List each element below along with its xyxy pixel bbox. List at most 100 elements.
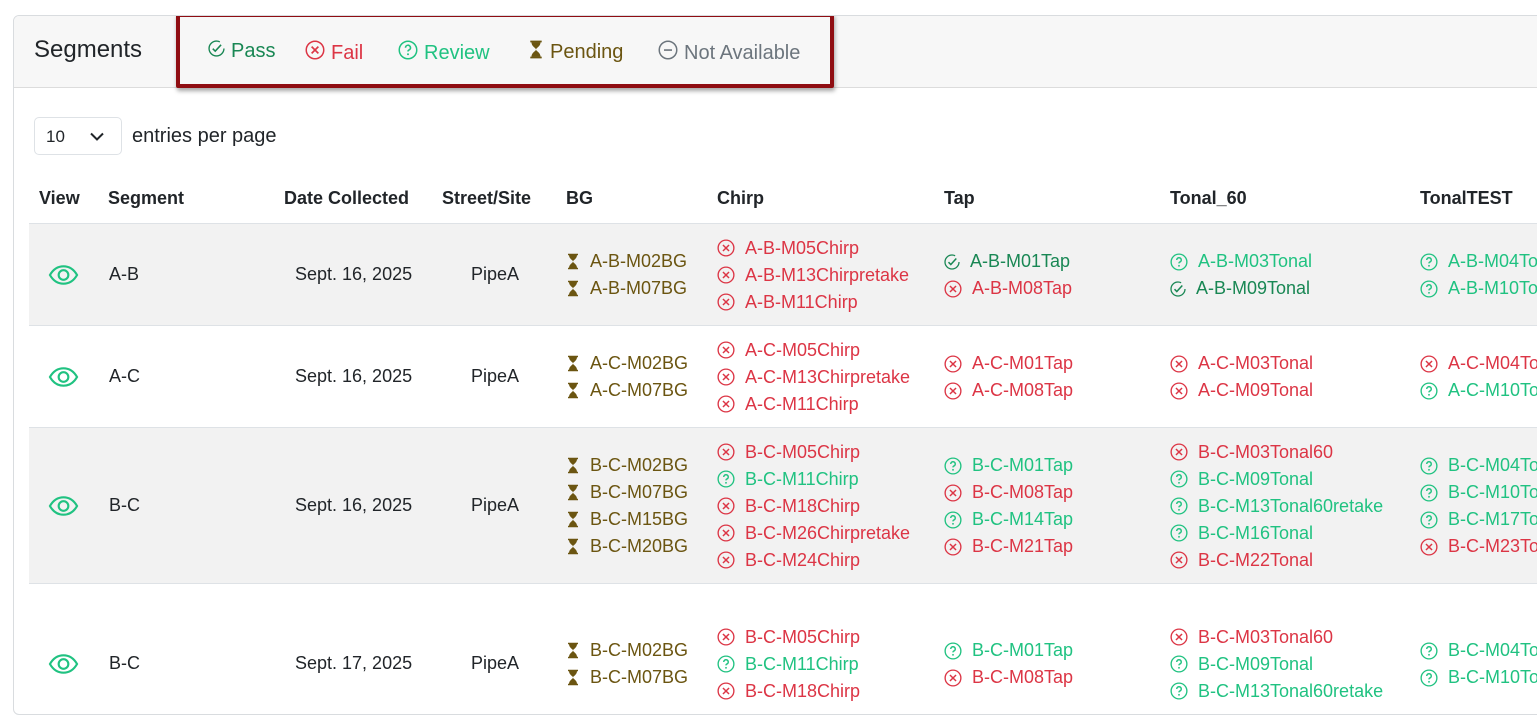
recording-link[interactable]: B-C-M10Tonal — [1420, 664, 1537, 691]
recording-link[interactable]: B-C-M02BG — [566, 452, 688, 479]
recording-label: A-B-M04Tonal — [1448, 251, 1537, 271]
recording-link[interactable]: B-C-M11Chirp — [717, 651, 860, 678]
question-circle-icon — [1420, 279, 1443, 298]
recording-label: B-C-M23Tonal — [1448, 536, 1537, 556]
recording-link[interactable]: B-C-M26Chirpretake — [717, 520, 910, 547]
recording-link[interactable]: A-C-M02BG — [566, 350, 688, 377]
legend-pending-label: Pending — [550, 41, 624, 63]
entries-per-page-select[interactable]: 10 — [34, 117, 122, 155]
recording-link[interactable]: A-C-M05Chirp — [717, 337, 910, 364]
recording-link[interactable]: B-C-M05Chirp — [717, 439, 910, 466]
recording-link[interactable]: A-C-M08Tap — [944, 377, 1073, 404]
recording-link[interactable]: B-C-M15BG — [566, 506, 688, 533]
recording-link[interactable]: B-C-M07BG — [566, 664, 688, 691]
recording-link[interactable]: A-B-M02BG — [566, 248, 687, 275]
recording-label: B-C-M18Chirp — [745, 680, 861, 701]
recording-link[interactable]: B-C-M23Tonal — [1420, 533, 1537, 560]
col-segment[interactable]: Segment — [108, 188, 184, 209]
col-tonaltest[interactable]: TonalTEST — [1420, 188, 1513, 209]
recording-link[interactable]: B-C-M24Chirp — [717, 547, 910, 574]
col-date-collected[interactable]: Date Collected — [284, 188, 409, 209]
legend-pass-label: Pass — [231, 40, 276, 62]
x-circle-icon — [944, 483, 967, 502]
chirp-cell: B-C-M05Chirp B-C-M11Chirp B-C-M18Chirp — [717, 584, 860, 714]
bg-cell: A-B-M02BG A-B-M07BG — [566, 224, 687, 326]
view-eye-icon[interactable] — [48, 366, 79, 393]
recording-link[interactable]: B-C-M08Tap — [944, 664, 1073, 691]
recording-link[interactable]: B-C-M05Chirp — [717, 624, 860, 651]
recording-link[interactable]: B-C-M02BG — [566, 637, 688, 664]
x-circle-icon — [944, 537, 967, 556]
recording-link[interactable]: A-B-M11Chirp — [717, 289, 909, 316]
recording-label: A-B-M09Tonal — [1196, 278, 1311, 298]
recording-link[interactable]: B-C-M13Tonal60retake — [1170, 678, 1383, 705]
recording-link[interactable]: B-C-M09Tonal — [1170, 651, 1383, 678]
question-circle-icon — [1420, 641, 1443, 660]
x-circle-icon — [1170, 443, 1193, 461]
recording-link[interactable]: B-C-M17Tonal — [1420, 506, 1537, 533]
recording-link[interactable]: B-C-M18Chirp — [717, 493, 910, 520]
col-view[interactable]: View — [39, 188, 80, 209]
recording-link[interactable]: A-C-M07BG — [566, 377, 688, 404]
segment-cell: A-B — [109, 264, 140, 284]
recording-link[interactable]: A-B-M04Tonal — [1420, 248, 1537, 275]
recording-link[interactable]: A-B-M09Tonal — [1170, 275, 1312, 302]
recording-link[interactable]: B-C-M04Tonal — [1420, 637, 1537, 664]
col-tap[interactable]: Tap — [944, 188, 975, 209]
recording-link[interactable]: B-C-M11Chirp — [717, 466, 910, 493]
view-eye-icon[interactable] — [48, 495, 79, 522]
view-eye-icon[interactable] — [48, 264, 79, 291]
recording-link[interactable]: A-C-M04Tonal — [1420, 350, 1537, 377]
recording-link[interactable]: B-C-M14Tap — [944, 506, 1073, 533]
recording-link[interactable]: B-C-M13Tonal60retake — [1170, 493, 1383, 520]
recording-link[interactable]: A-C-M10Tonal — [1420, 377, 1537, 404]
x-circle-icon — [1170, 354, 1193, 373]
recording-label: B-C-M10Tonal — [1448, 482, 1537, 502]
col-chirp[interactable]: Chirp — [717, 188, 764, 209]
recording-label: A-C-M03Tonal — [1198, 353, 1314, 373]
recording-link[interactable]: A-B-M07BG — [566, 275, 687, 302]
recording-link[interactable]: A-B-M08Tap — [944, 275, 1072, 302]
recording-link[interactable]: B-C-M10Tonal — [1420, 479, 1537, 506]
col-tonal-60[interactable]: Tonal_60 — [1170, 188, 1247, 209]
recording-link[interactable]: B-C-M18Chirp — [717, 678, 860, 705]
recording-link[interactable]: B-C-M08Tap — [944, 479, 1073, 506]
x-circle-icon — [717, 266, 740, 284]
legend-pending: Pending — [528, 40, 623, 65]
recording-link[interactable]: B-C-M03Tonal60 — [1170, 439, 1383, 466]
recording-link[interactable]: B-C-M03Tonal60 — [1170, 624, 1383, 651]
question-circle-icon — [1420, 668, 1443, 687]
recording-link[interactable]: B-C-M07BG — [566, 479, 688, 506]
recording-link[interactable]: A-C-M11Chirp — [717, 391, 910, 418]
recording-link[interactable]: B-C-M16Tonal — [1170, 520, 1383, 547]
recording-link[interactable]: A-B-M13Chirpretake — [717, 262, 909, 289]
view-eye-icon[interactable] — [48, 653, 79, 680]
recording-link[interactable]: A-C-M03Tonal — [1170, 350, 1313, 377]
recording-label: B-C-M01Tap — [972, 455, 1074, 475]
recording-link[interactable]: A-B-M01Tap — [944, 248, 1072, 275]
segment-cell: A-C — [109, 366, 140, 386]
recording-link[interactable]: B-C-M04Tonal — [1420, 452, 1537, 479]
question-circle-icon — [944, 456, 967, 475]
question-circle-icon — [398, 40, 424, 66]
chevron-down-icon — [90, 132, 104, 141]
recording-link[interactable]: B-C-M22Tonal — [1170, 547, 1383, 574]
col-bg[interactable]: BG — [566, 188, 593, 209]
x-circle-icon — [717, 443, 740, 461]
recording-link[interactable]: A-C-M13Chirpretake — [717, 364, 910, 391]
recording-link[interactable]: A-B-M05Chirp — [717, 235, 909, 262]
recording-link[interactable]: B-C-M20BG — [566, 533, 688, 560]
recording-link[interactable]: B-C-M01Tap — [944, 452, 1073, 479]
recording-link[interactable]: B-C-M21Tap — [944, 533, 1073, 560]
card-header: Segments Pass Fail Review Pending Not Av… — [14, 16, 1537, 88]
recording-label: B-C-M04Tonal — [1448, 455, 1537, 475]
recording-label: B-C-M15BG — [590, 509, 689, 529]
col-street-site[interactable]: Street/Site — [442, 188, 531, 209]
recording-link[interactable]: A-B-M10Tonal — [1420, 275, 1537, 302]
question-circle-icon — [1170, 524, 1193, 542]
recording-link[interactable]: A-C-M09Tonal — [1170, 377, 1313, 404]
recording-link[interactable]: B-C-M09Tonal — [1170, 466, 1383, 493]
recording-link[interactable]: A-C-M01Tap — [944, 350, 1073, 377]
recording-link[interactable]: B-C-M01Tap — [944, 637, 1073, 664]
recording-link[interactable]: A-B-M03Tonal — [1170, 248, 1312, 275]
